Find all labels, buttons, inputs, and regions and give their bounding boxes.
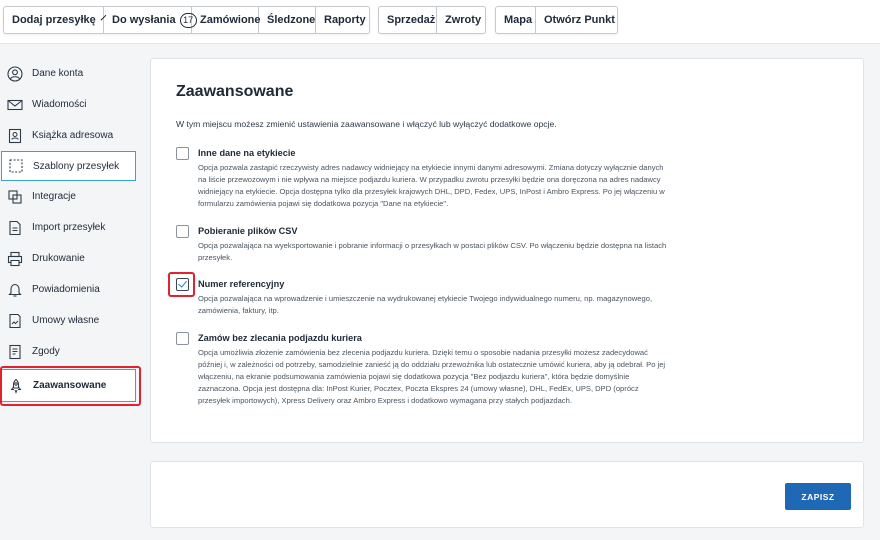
sales-label: Sprzedaż [387, 14, 436, 26]
sidebar-item-notifications[interactable]: Powiadomienia [0, 274, 140, 305]
printer-icon [7, 251, 23, 267]
option-title: Inne dane na etykiecie [198, 148, 296, 158]
sidebar-item-address-book[interactable]: Książka adresowa [0, 120, 140, 151]
rocket-icon [8, 378, 24, 394]
address-book-icon [7, 128, 23, 144]
sidebar-item-consents[interactable]: Zgody [0, 336, 140, 367]
envelope-icon [7, 97, 23, 113]
option-checkbox-checked[interactable] [176, 278, 189, 291]
sidebar-item-label: Wiadomości [32, 99, 87, 110]
map-button[interactable]: Mapa [496, 7, 536, 33]
user-circle-icon [7, 65, 23, 82]
option-description: Opcja pozwala zastąpić rzeczywisty adres… [198, 163, 665, 208]
sidebar-item-printing[interactable]: Drukowanie [0, 243, 140, 274]
option-checkbox[interactable] [176, 147, 189, 160]
option-title: Numer referencyjny [198, 279, 285, 289]
returns-label: Zwroty [445, 14, 482, 26]
open-point-label: Otwórz Punkt [544, 14, 615, 26]
save-button[interactable]: ZAPISZ [785, 483, 851, 510]
sidebar-item-label: Książka adresowa [32, 130, 114, 141]
sidebar-item-label: Zgody [32, 346, 60, 357]
contract-icon [7, 313, 23, 329]
returns-button[interactable]: Zwroty [437, 7, 485, 33]
to-send-label: Do wysłania [112, 14, 176, 26]
nav-group-shipments: Dodaj przesyłkę Do wysłania 17 Zamówione… [3, 6, 370, 34]
sidebar-item-label: Integracje [32, 191, 76, 202]
option-description: Opcja pozwalająca na wprowadzenie i umie… [198, 294, 653, 315]
sidebar-item-account-data[interactable]: Dane konta [0, 58, 140, 89]
add-shipment-button[interactable]: Dodaj przesyłkę [4, 7, 107, 33]
nav-group-sales: Sprzedaż Zwroty [378, 6, 486, 34]
reports-button[interactable]: Raporty [316, 7, 369, 33]
option-title: Zamów bez zlecania podjazdu kuriera [198, 333, 362, 343]
sidebar-item-contracts[interactable]: Umowy własne [0, 305, 140, 336]
sidebar-item-label: Drukowanie [32, 253, 85, 264]
sidebar-item-integrations[interactable]: Integracje [0, 181, 140, 212]
bell-icon [7, 282, 23, 298]
template-icon [8, 158, 24, 174]
map-label: Mapa [504, 14, 533, 26]
open-point-button[interactable]: Otwórz Punkt [536, 7, 617, 33]
intro-text: W tym miejscu możesz zmienić ustawienia … [176, 119, 557, 129]
tracked-label: Śledzone [267, 14, 316, 26]
consent-icon [7, 344, 23, 360]
save-card: ZAPISZ [150, 461, 864, 528]
page-title: Zaawansowane [176, 83, 294, 100]
sidebar-item-label: Import przesyłek [32, 222, 106, 233]
sidebar-item-templates[interactable]: Szablony przesyłek [1, 151, 136, 181]
to-send-button[interactable]: Do wysłania 17 [104, 7, 197, 33]
sidebar-item-label: Szablony przesyłek [33, 160, 120, 172]
integration-icon [7, 189, 23, 205]
sidebar-item-import[interactable]: Import przesyłek [0, 212, 140, 243]
option-description: Opcja pozwalająca na wyeksportowanie i p… [198, 241, 667, 262]
nav-group-points: Mapa Otwórz Punkt [495, 6, 618, 34]
ordered-button[interactable]: Zamówione [192, 7, 261, 33]
option-checkbox[interactable] [176, 225, 189, 238]
option-checkbox[interactable] [176, 332, 189, 345]
tracked-button[interactable]: Śledzone [259, 7, 316, 33]
import-icon [7, 220, 23, 236]
ordered-label: Zamówione [200, 14, 261, 26]
sidebar-item-label: Powiadomienia [32, 284, 100, 295]
sidebar-item-label: Dane konta [32, 68, 84, 79]
reports-label: Raporty [324, 14, 366, 26]
sidebar-item-label: Zaawansowane [33, 380, 107, 391]
sidebar-item-messages[interactable]: Wiadomości [0, 89, 140, 120]
sidebar-item-advanced[interactable]: Zaawansowane [1, 369, 136, 402]
add-shipment-label: Dodaj przesyłkę [12, 14, 96, 26]
sales-button[interactable]: Sprzedaż [379, 7, 437, 33]
option-title: Pobieranie plików CSV [198, 226, 298, 236]
top-navigation: Dodaj przesyłkę Do wysłania 17 Zamówione… [0, 0, 880, 44]
sidebar-item-label: Umowy własne [32, 315, 100, 326]
option-description: Opcja umożliwia złożenie zamówienia bez … [198, 348, 666, 405]
settings-sidebar: Dane konta Wiadomości Książka adresowa S… [0, 58, 140, 402]
advanced-settings-panel: Zaawansowane W tym miejscu możesz zmieni… [150, 58, 864, 443]
